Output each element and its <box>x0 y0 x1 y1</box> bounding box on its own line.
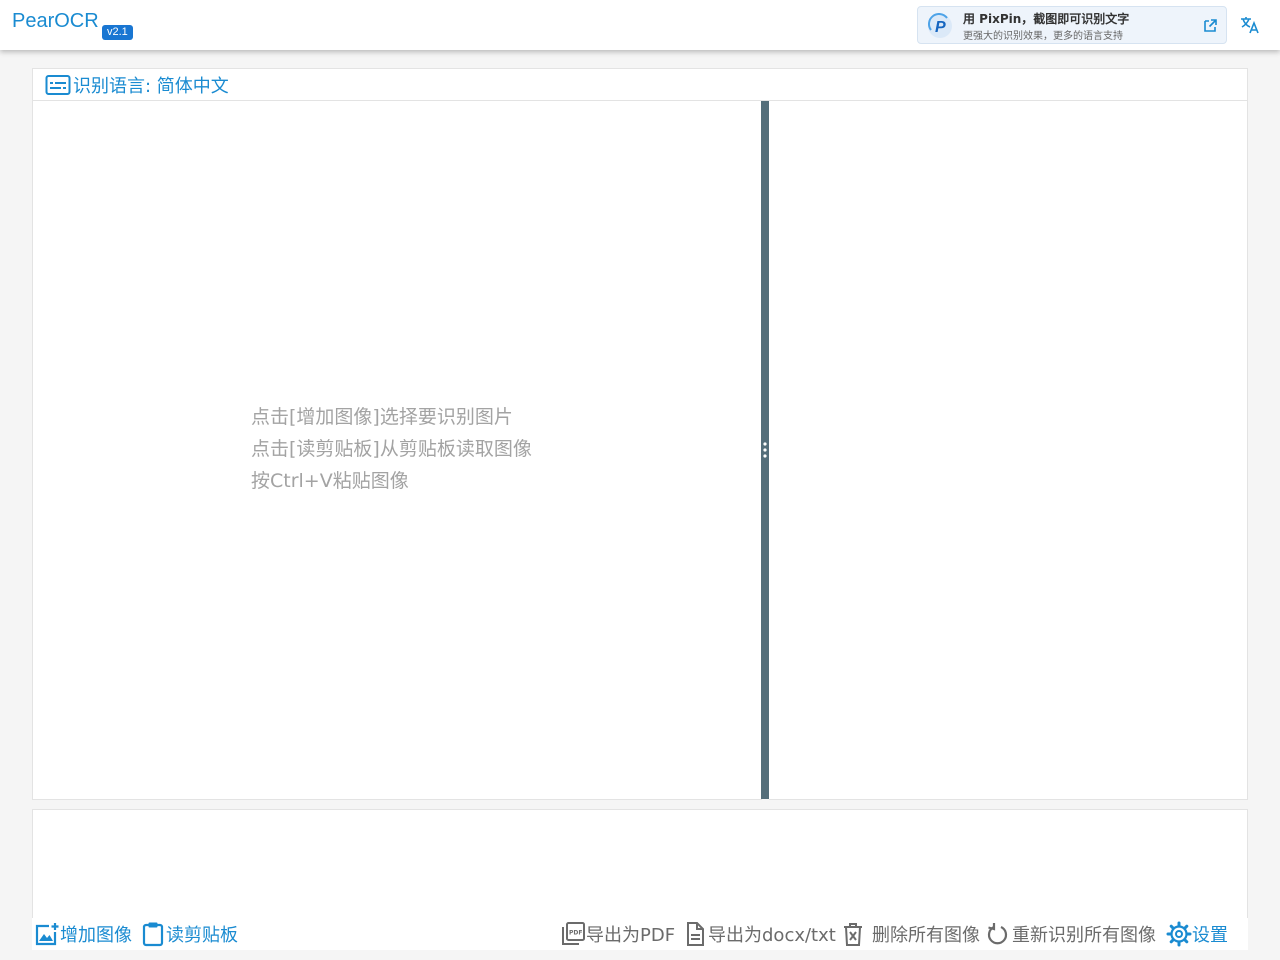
read-clipboard-button[interactable]: 读剪贴板 <box>140 920 238 948</box>
pixpin-promo-banner[interactable]: P 用 PixPin，截图即可识别文字 更强大的识别效果，更多的语言支持 <box>917 6 1227 44</box>
add-image-button[interactable]: 增加图像 <box>34 920 132 948</box>
top-app-bar: PearOCR v2.1 P 用 PixPin，截图即可识别文字 更强大的识别效… <box>0 0 1280 50</box>
gear-icon <box>1166 921 1192 947</box>
refresh-icon <box>987 923 1008 945</box>
add-image-label: 增加图像 <box>60 925 132 946</box>
pdf-icon: PDF <box>562 922 585 945</box>
hint-line: 点击[读剪贴板]从剪贴板读取图像 <box>251 438 532 460</box>
settings-button[interactable]: 设置 <box>1166 920 1228 948</box>
promo-title: 用 PixPin，截图即可识别文字 <box>963 12 1130 26</box>
delete-icon <box>844 923 862 946</box>
promo-subtitle: 更强大的识别效果，更多的语言支持 <box>963 31 1123 42</box>
open-external-icon[interactable] <box>1202 18 1218 34</box>
pixpin-logo-icon: P <box>928 13 952 38</box>
re-recognize-button[interactable]: 重新识别所有图像 <box>984 920 1156 948</box>
image-panel[interactable]: 点击[增加图像]选择要识别图片 点击[读剪贴板]从剪贴板读取图像 按Ctrl+V… <box>32 100 762 800</box>
read-clipboard-label: 读剪贴板 <box>166 925 238 946</box>
settings-label: 设置 <box>1192 925 1228 946</box>
hint-line: 点击[增加图像]选择要识别图片 <box>251 406 513 428</box>
app-title: PearOCR <box>12 10 99 32</box>
drag-handle-icon <box>763 442 767 458</box>
translate-icon[interactable] <box>1240 15 1260 35</box>
export-pdf-button[interactable]: PDF 导出为PDF <box>560 920 675 948</box>
delete-all-label: 删除所有图像 <box>872 925 980 946</box>
language-bar[interactable]: 识别语言: 简体中文 <box>32 68 1248 101</box>
delete-all-button[interactable]: 删除所有图像 <box>840 920 980 948</box>
thumbnail-strip[interactable] <box>32 809 1248 919</box>
export-docx-button[interactable]: 导出为docx/txt <box>682 920 836 948</box>
result-text-panel[interactable] <box>769 100 1248 800</box>
language-label[interactable]: 识别语言: 简体中文 <box>73 72 229 98</box>
bottom-action-bar: 增加图像 读剪贴板 PDF 导出为PDF 导出为docx/txt 删除所有图像 <box>32 918 1248 950</box>
export-pdf-label: 导出为PDF <box>586 925 676 946</box>
svg-text:PDF: PDF <box>569 930 582 937</box>
export-docx-label: 导出为docx/txt <box>708 925 836 946</box>
version-badge: v2.1 <box>102 25 133 40</box>
re-recognize-label: 重新识别所有图像 <box>1012 925 1156 946</box>
subtitles-icon <box>45 75 71 95</box>
pixpin-logo-letter: P <box>935 19 946 36</box>
clipboard-icon <box>142 922 164 947</box>
add-image-icon <box>35 923 59 946</box>
hint-line: 按Ctrl+V粘贴图像 <box>251 470 409 492</box>
document-icon <box>687 922 704 946</box>
panel-splitter[interactable] <box>761 101 769 799</box>
empty-state-hints: 点击[增加图像]选择要识别图片 点击[读剪贴板]从剪贴板读取图像 按Ctrl+V… <box>251 401 532 497</box>
